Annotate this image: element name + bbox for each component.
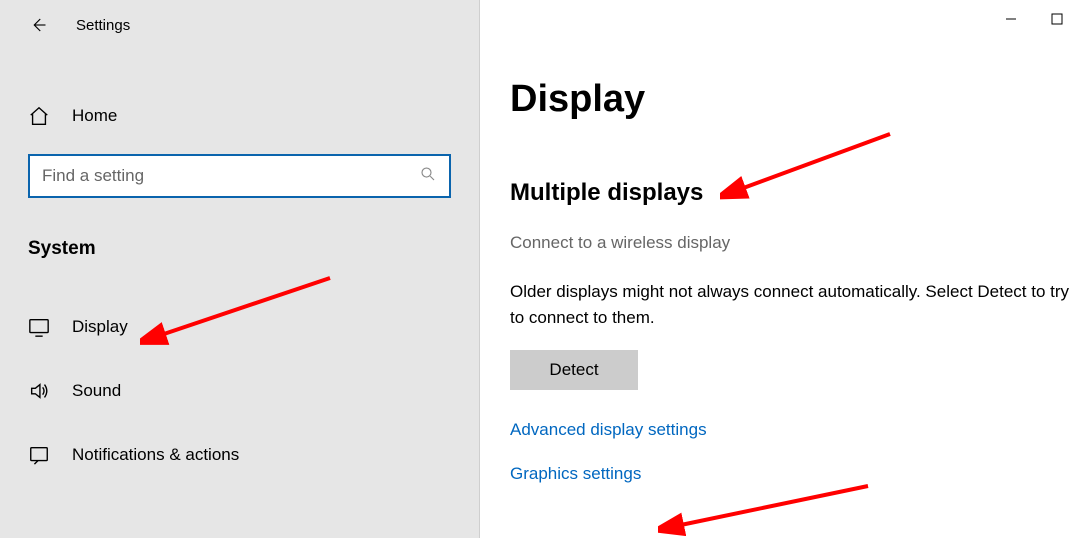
- arrow-left-icon: [29, 16, 47, 34]
- advanced-display-settings-link[interactable]: Advanced display settings: [510, 420, 1080, 440]
- search-input[interactable]: [42, 166, 419, 186]
- minimize-button[interactable]: [988, 4, 1034, 34]
- home-icon: [28, 105, 50, 127]
- detect-description: Older displays might not always connect …: [510, 279, 1080, 332]
- home-label: Home: [72, 106, 117, 126]
- sidebar-item-display[interactable]: Display: [0, 300, 479, 354]
- subsection-multiple-displays: Multiple displays: [510, 179, 1080, 207]
- window-controls: [988, 4, 1080, 34]
- minimize-icon: [1005, 13, 1017, 25]
- sidebar-item-label: Display: [72, 317, 128, 337]
- main-content: Display Multiple displays Connect to a w…: [482, 0, 1080, 538]
- sidebar-item-label: Sound: [72, 381, 121, 401]
- display-icon: [28, 316, 50, 338]
- sidebar-item-notifications[interactable]: Notifications & actions: [0, 428, 479, 482]
- back-button[interactable]: [28, 15, 48, 35]
- sound-icon: [28, 380, 50, 402]
- section-header-system: System: [28, 238, 479, 260]
- titlebar: Settings: [0, 0, 479, 50]
- app-title: Settings: [76, 17, 130, 34]
- sidebar: Settings Home System Display Sound Notif…: [0, 0, 480, 538]
- notifications-icon: [28, 444, 50, 466]
- detect-button[interactable]: Detect: [510, 350, 638, 390]
- home-button[interactable]: Home: [0, 96, 479, 136]
- page-title: Display: [510, 78, 1080, 121]
- graphics-settings-link[interactable]: Graphics settings: [510, 464, 1080, 484]
- maximize-icon: [1051, 13, 1063, 25]
- search-container[interactable]: [28, 154, 451, 198]
- sidebar-item-label: Notifications & actions: [72, 445, 239, 465]
- wireless-display-link[interactable]: Connect to a wireless display: [510, 233, 1080, 253]
- search-icon: [419, 165, 437, 188]
- maximize-button[interactable]: [1034, 4, 1080, 34]
- sidebar-item-sound[interactable]: Sound: [0, 364, 479, 418]
